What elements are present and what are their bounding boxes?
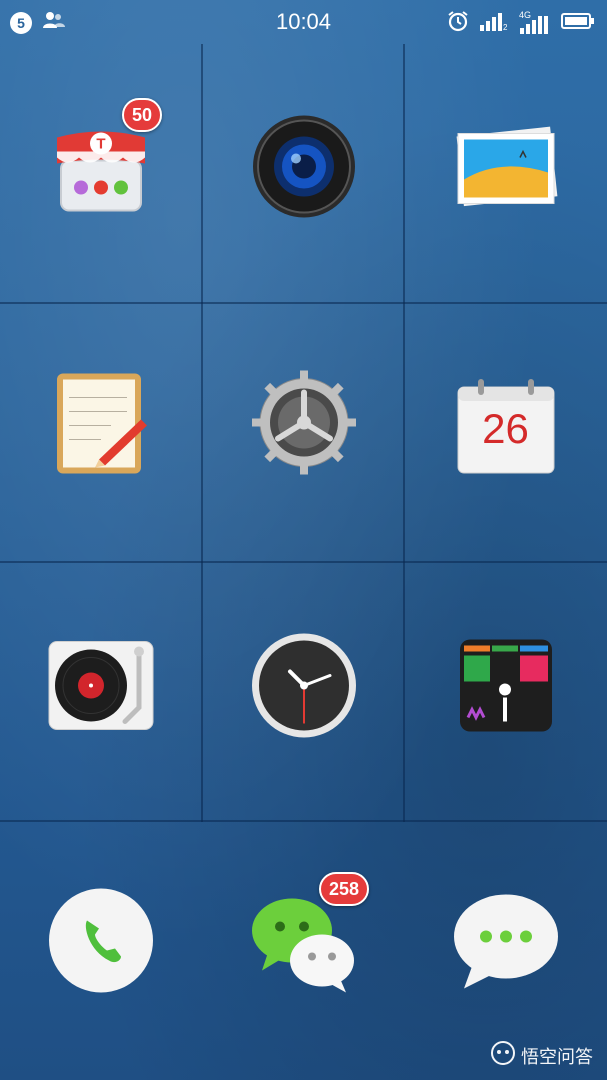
status-bar: 5 10:04 2 4G	[0, 0, 607, 44]
record-player-icon	[47, 638, 155, 739]
dock-phone[interactable]	[0, 822, 201, 1080]
watermark-logo-icon	[491, 1041, 515, 1070]
alarm-icon	[447, 10, 469, 37]
app-gallery[interactable]	[405, 44, 606, 302]
app-notes[interactable]	[0, 304, 201, 562]
app-clock[interactable]	[203, 563, 404, 821]
dock-wechat[interactable]: 258	[203, 822, 404, 1080]
watermark-text: 悟空问答	[521, 1046, 593, 1067]
wechat-badge: 258	[319, 872, 370, 906]
battery-icon	[561, 11, 595, 36]
signal-icon: 2	[479, 11, 509, 36]
app-tiles[interactable]	[405, 563, 606, 821]
tiles-icon	[458, 638, 554, 739]
camera-icon	[251, 114, 357, 225]
calendar-date: 26	[482, 405, 529, 452]
app-grid: T 50 26	[0, 44, 607, 822]
clock-icon	[250, 632, 358, 745]
app-calendar[interactable]: 26	[405, 304, 606, 562]
svg-text:T: T	[96, 136, 105, 153]
watermark: 悟空问答	[491, 1041, 593, 1070]
messages-icon	[450, 889, 562, 998]
app-music[interactable]	[0, 563, 201, 821]
app-camera[interactable]	[203, 44, 404, 302]
gallery-icon	[450, 118, 562, 219]
wechat-icon	[248, 891, 360, 1000]
app-store[interactable]: T 50	[0, 44, 201, 302]
app-settings[interactable]	[203, 304, 404, 562]
phone-icon	[47, 887, 155, 1000]
calendar-icon: 26	[454, 377, 558, 477]
gear-icon	[250, 369, 358, 482]
svg-text:2: 2	[503, 23, 508, 31]
signal-4g-icon: 4G	[519, 10, 551, 34]
store-badge: 50	[122, 98, 163, 132]
notes-icon	[51, 368, 151, 483]
